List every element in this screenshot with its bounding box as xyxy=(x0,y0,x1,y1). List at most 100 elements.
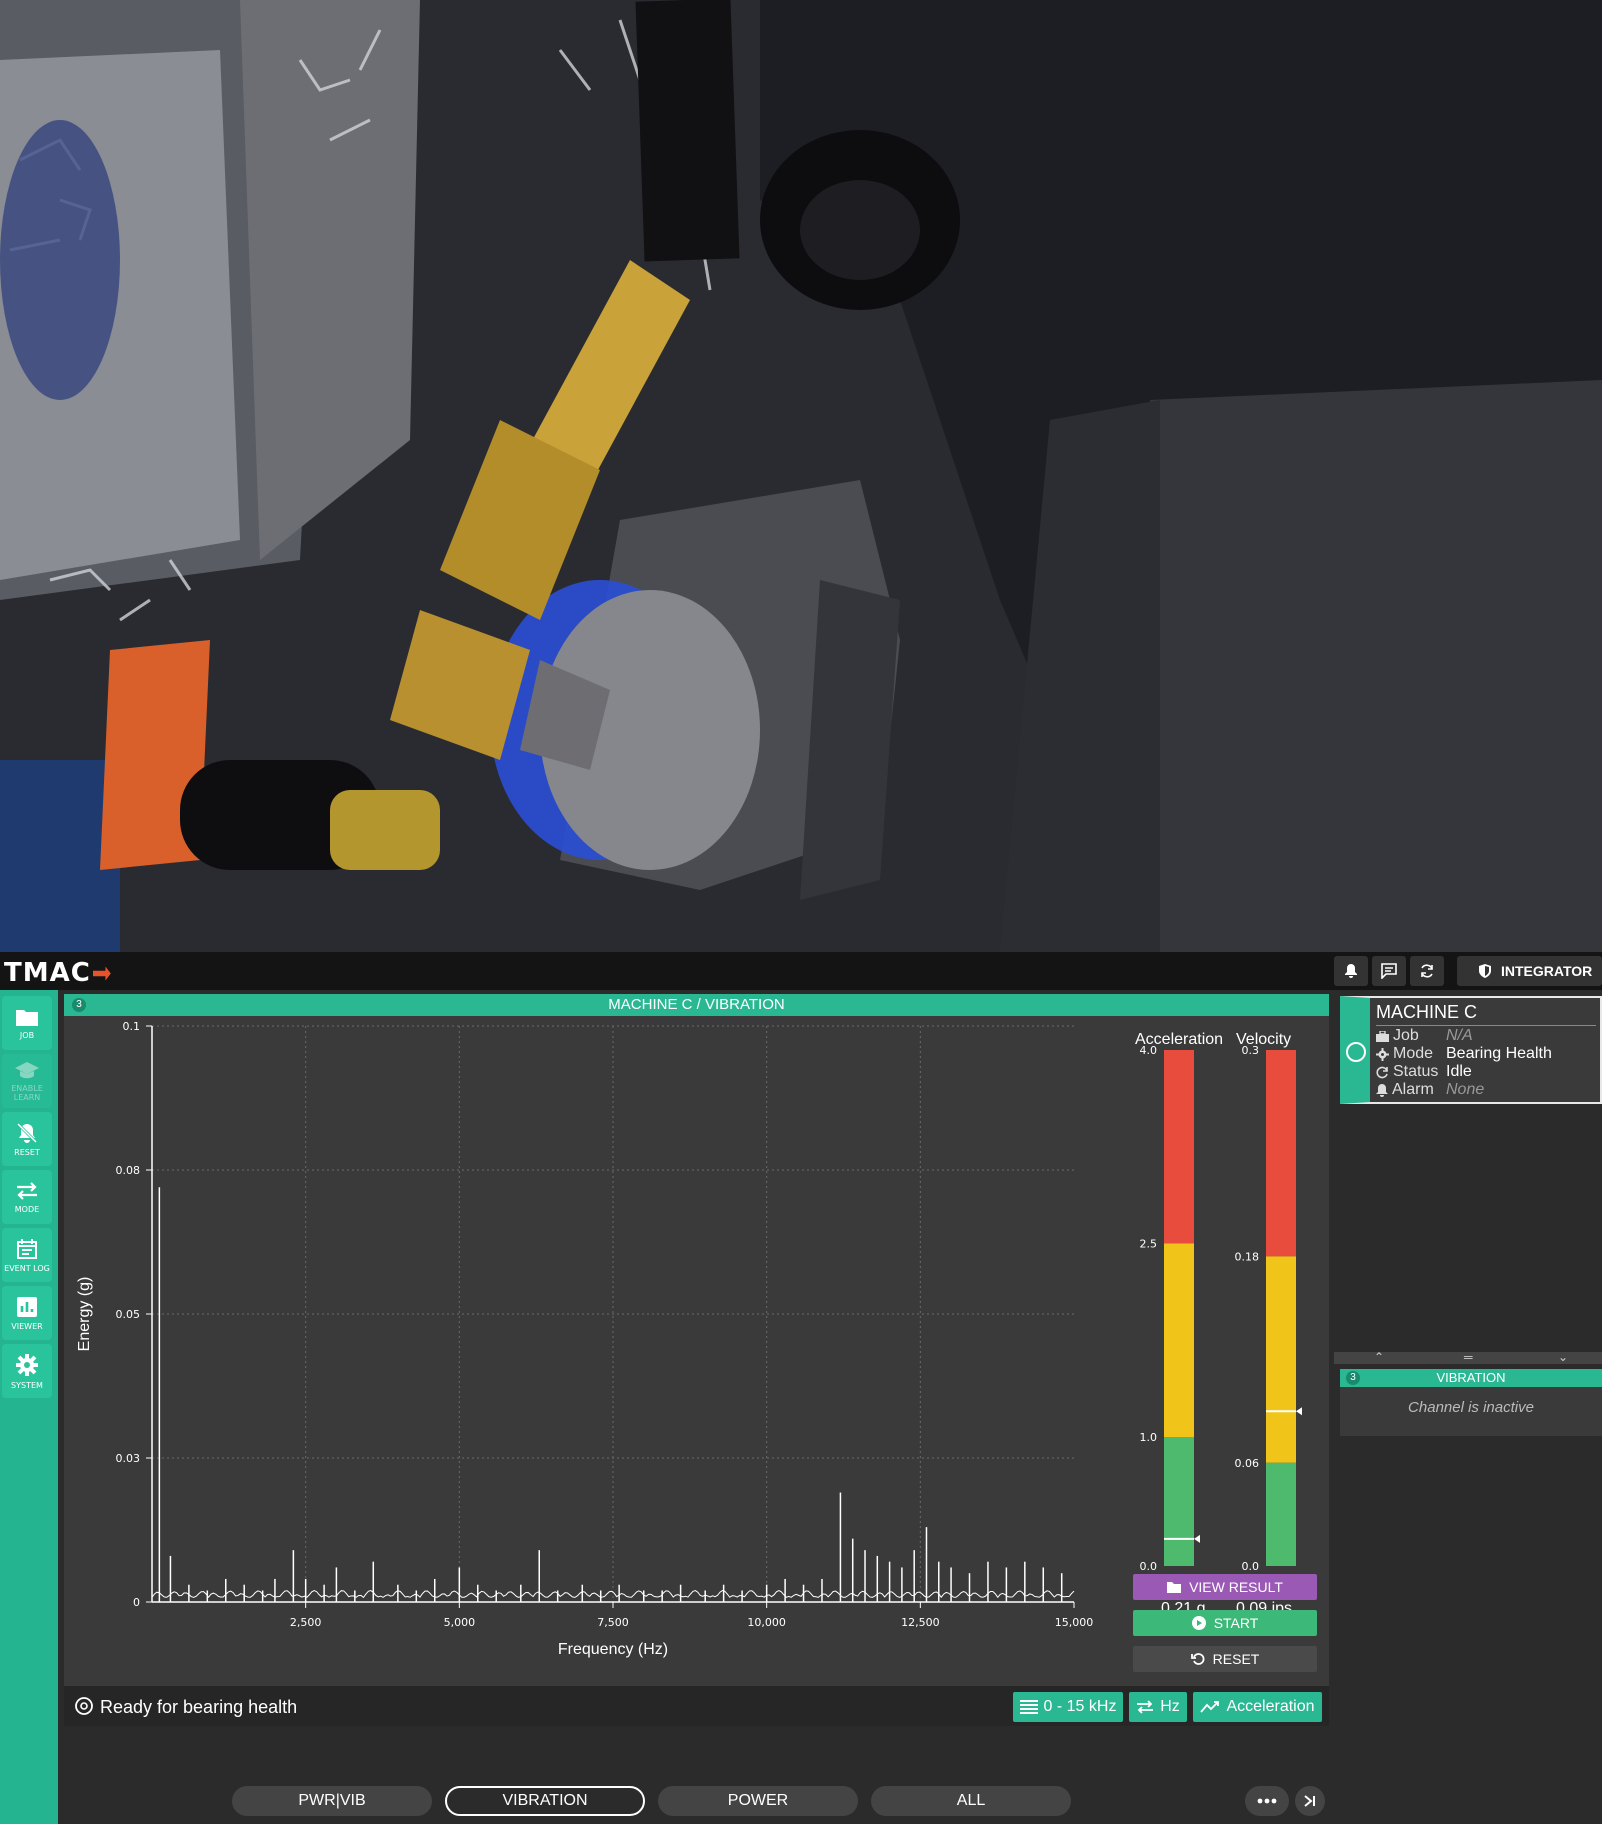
gear-icon xyxy=(1376,1047,1389,1061)
nav-event-log-button[interactable]: EVENT LOG xyxy=(2,1228,52,1282)
range-button[interactable]: 0 - 15 kHz xyxy=(1013,1692,1123,1722)
panel-title: MACHINE C / VIBRATION xyxy=(608,996,785,1013)
logo-flame-icon xyxy=(92,966,111,981)
nav-system-label: SYSTEM xyxy=(11,1380,43,1390)
messages-button[interactable] xyxy=(1372,956,1406,986)
notifications-button[interactable] xyxy=(1334,956,1368,986)
nav-mode-button[interactable]: MODE xyxy=(2,1170,52,1224)
status-text: Ready for bearing health xyxy=(100,1697,298,1717)
tab-power[interactable]: POWER xyxy=(658,1786,858,1816)
start-button[interactable]: START xyxy=(1133,1610,1317,1636)
x-tick-label: 12,500 xyxy=(901,1616,940,1629)
nav-viewer-button[interactable]: VIEWER xyxy=(2,1286,52,1340)
nav-enable-learn-label: ENABLE LEARN xyxy=(11,1084,43,1102)
measure-button[interactable]: Acceleration xyxy=(1193,1692,1322,1722)
vibration-channel-message: Channel is inactive xyxy=(1408,1399,1534,1416)
x-tick-label: 5,000 xyxy=(444,1616,476,1629)
velocity-gauge-yellow-zone xyxy=(1266,1256,1296,1463)
y-tick-label: 0.05 xyxy=(116,1308,141,1321)
tmac-logo: TMAC xyxy=(4,958,111,988)
machine-status-row: Status Idle xyxy=(1376,1063,1472,1081)
briefcase-icon xyxy=(1376,1030,1389,1042)
vibration-channel-title: VIBRATION xyxy=(1436,1370,1506,1385)
unit-button[interactable]: Hz xyxy=(1129,1692,1187,1722)
acceleration-gauge-tick-label: 1.0 xyxy=(1140,1431,1158,1444)
velocity-gauge-value-pointer xyxy=(1296,1407,1302,1416)
tab-pwr-vib[interactable]: PWR|VIB xyxy=(232,1786,432,1816)
right-panel: MACHINE C Job N/A Mode Bearing Health St… xyxy=(1334,994,1602,1824)
integrator-label: INTEGRATOR xyxy=(1501,963,1593,979)
view-result-button[interactable]: VIEW RESULT xyxy=(1133,1574,1317,1600)
start-label: START xyxy=(1213,1615,1259,1631)
reset-icon xyxy=(1190,1653,1205,1665)
acceleration-gauge-red-zone xyxy=(1164,1050,1194,1244)
skip-end-icon xyxy=(1304,1795,1315,1807)
mode-value: Bearing Health xyxy=(1446,1045,1552,1062)
velocity-gauge-tick-label: 0.06 xyxy=(1235,1457,1260,1470)
channel-badge: 3 xyxy=(72,998,86,1012)
nav-system-button[interactable]: SYSTEM xyxy=(2,1344,52,1398)
nav-reset-button[interactable]: RESET xyxy=(2,1112,52,1166)
nav-enable-learn-button[interactable]: ENABLE LEARN xyxy=(2,1054,52,1108)
machine-mode-row: Mode Bearing Health xyxy=(1376,1045,1552,1063)
divider xyxy=(1376,1025,1596,1026)
sensor-photo xyxy=(0,0,1602,952)
view-result-label: VIEW RESULT xyxy=(1189,1579,1283,1595)
acceleration-gauge-tick-label: 0.0 xyxy=(1140,1560,1158,1573)
gear-icon xyxy=(16,1353,38,1376)
refresh-icon xyxy=(1376,1066,1388,1078)
chevron-down-icon[interactable]: ⌄ xyxy=(1558,1350,1568,1364)
shield-icon xyxy=(1479,964,1491,978)
status-bar: Ready for bearing health 0 - 15 kHz Hz A… xyxy=(64,1686,1329,1726)
app-window: TMAC INTEGRATOR JOB ENABLE LEARN RESET M… xyxy=(0,952,1602,1824)
tab-vibration-label: VIBRATION xyxy=(502,1792,588,1809)
machine-job-row: Job N/A xyxy=(1376,1027,1473,1045)
vibration-channel-header: 3 VIBRATION xyxy=(1340,1369,1602,1387)
play-icon xyxy=(1191,1616,1206,1630)
top-bar: TMAC INTEGRATOR xyxy=(0,952,1602,990)
mode-label: Mode xyxy=(1393,1045,1434,1062)
bar-chart-icon xyxy=(17,1296,37,1317)
acceleration-gauge-tick-label: 4.0 xyxy=(1140,1044,1158,1057)
tab-all[interactable]: ALL xyxy=(871,1786,1071,1816)
list-icon xyxy=(1019,1700,1038,1714)
nav-job-label: JOB xyxy=(19,1030,35,1040)
gauges-area: Acceleration Velocity 4.0 2.5 1.0 0.0 0.3 0.1… xyxy=(1124,1016,1324,1661)
tab-vibration[interactable]: VIBRATION xyxy=(445,1786,645,1816)
sync-button[interactable] xyxy=(1410,956,1444,986)
x-tick-label: 7,500 xyxy=(597,1616,629,1629)
acceleration-gauge-value-pointer xyxy=(1194,1534,1200,1543)
spectrum-chart: 0.1 0.08 0.05 0.03 0 2,500 5,000 7,500 10,000 12,… xyxy=(64,1016,1114,1661)
machine-name: MACHINE C xyxy=(1376,1002,1478,1022)
job-label: Job xyxy=(1393,1027,1419,1044)
range-label: 0 - 15 kHz xyxy=(1043,1698,1117,1715)
x-tick-label: 10,000 xyxy=(747,1616,786,1629)
machine-card[interactable]: MACHINE C Job N/A Mode Bearing Health St… xyxy=(1340,996,1602,1104)
logo-text: TMAC xyxy=(4,958,91,988)
skip-end-button[interactable] xyxy=(1295,1786,1325,1816)
status-label: Status xyxy=(1393,1063,1439,1080)
machine-alarm-row: Alarm None xyxy=(1376,1081,1484,1099)
integrator-button[interactable]: INTEGRATOR xyxy=(1457,956,1602,986)
folder-icon xyxy=(16,1009,38,1026)
alarm-label: Alarm xyxy=(1392,1081,1434,1098)
tab-all-label: ALL xyxy=(956,1792,986,1809)
more-button[interactable] xyxy=(1245,1786,1289,1816)
spectrum-chart-svg: 0.1 0.08 0.05 0.03 0 2,500 5,000 7,500 10,000 12,… xyxy=(76,1020,1094,1658)
y-tick-label: 0.03 xyxy=(116,1452,141,1465)
measure-label: Acceleration xyxy=(1226,1698,1315,1715)
drag-handle-icon[interactable]: ═ xyxy=(1464,1350,1473,1364)
unit-label: Hz xyxy=(1160,1698,1180,1715)
nav-job-button[interactable]: JOB xyxy=(2,996,52,1050)
vibration-channel-card[interactable]: 3 VIBRATION Channel is inactive xyxy=(1340,1369,1602,1436)
reset-label: RESET xyxy=(1212,1651,1260,1667)
nav-mode-label: MODE xyxy=(14,1204,40,1214)
reset-button[interactable]: RESET xyxy=(1133,1646,1317,1672)
status-value: Idle xyxy=(1446,1063,1472,1080)
swap-icon xyxy=(17,1181,37,1200)
panel-splitter[interactable]: ⌃ ═ ⌄ xyxy=(1334,1350,1602,1364)
chevron-up-icon[interactable]: ⌃ xyxy=(1374,1350,1384,1364)
tab-power-label: POWER xyxy=(727,1792,789,1809)
x-tick-label: 15,000 xyxy=(1055,1616,1094,1629)
y-tick-label: 0 xyxy=(133,1596,140,1609)
